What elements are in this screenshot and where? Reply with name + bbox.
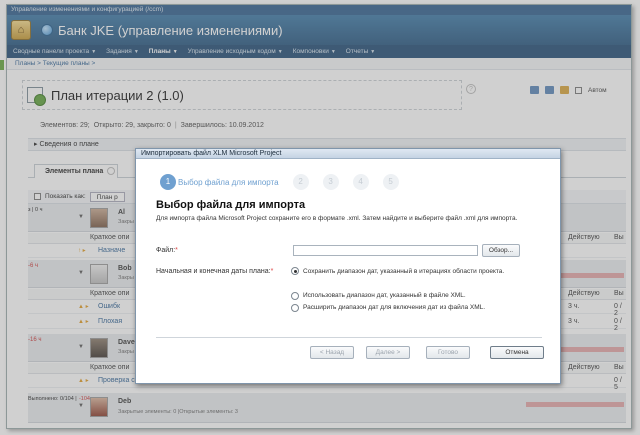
step-5: 5 bbox=[382, 174, 399, 190]
step-4: 4 bbox=[352, 174, 369, 190]
step-1: 1 bbox=[160, 174, 176, 190]
import-dialog: Импортировать файл XLM Microsoft Project… bbox=[135, 148, 561, 384]
dialog-title: Импортировать файл XLM Microsoft Project bbox=[136, 149, 560, 159]
file-label: Файл:* bbox=[156, 247, 178, 254]
radio-use-xml-dates[interactable]: Использовать диапазон дат, указанный в ф… bbox=[291, 292, 466, 300]
dialog-divider bbox=[156, 337, 542, 338]
back-button[interactable]: < Назад bbox=[310, 346, 354, 359]
step-1-label: Выбор файла для импорта bbox=[178, 177, 279, 187]
dialog-heading: Выбор файла для импорта bbox=[156, 199, 306, 211]
radio-button[interactable] bbox=[291, 267, 299, 275]
dialog-description: Для импорта файла Microsoft Project сохр… bbox=[156, 215, 518, 222]
finish-button[interactable]: Готово bbox=[426, 346, 470, 359]
radio-button[interactable] bbox=[291, 292, 299, 300]
dates-label: Начальная и конечная даты плана:* bbox=[156, 268, 274, 275]
browse-button[interactable]: Обзор... bbox=[482, 244, 520, 257]
radio-button[interactable] bbox=[291, 304, 299, 312]
radio-keep-dates[interactable]: Сохранить диапазон дат, указанный в итер… bbox=[291, 267, 541, 276]
cancel-button[interactable]: Отмена bbox=[490, 346, 544, 359]
next-button[interactable]: Далее > bbox=[366, 346, 410, 359]
step-3: 3 bbox=[322, 174, 339, 190]
file-path-input[interactable] bbox=[293, 245, 478, 256]
radio-extend-dates[interactable]: Расширить диапазон дат для включения дат… bbox=[291, 304, 485, 312]
step-2: 2 bbox=[292, 174, 309, 190]
wizard-steps: 1 Выбор файла для импорта 2 3 4 5 bbox=[160, 174, 413, 190]
